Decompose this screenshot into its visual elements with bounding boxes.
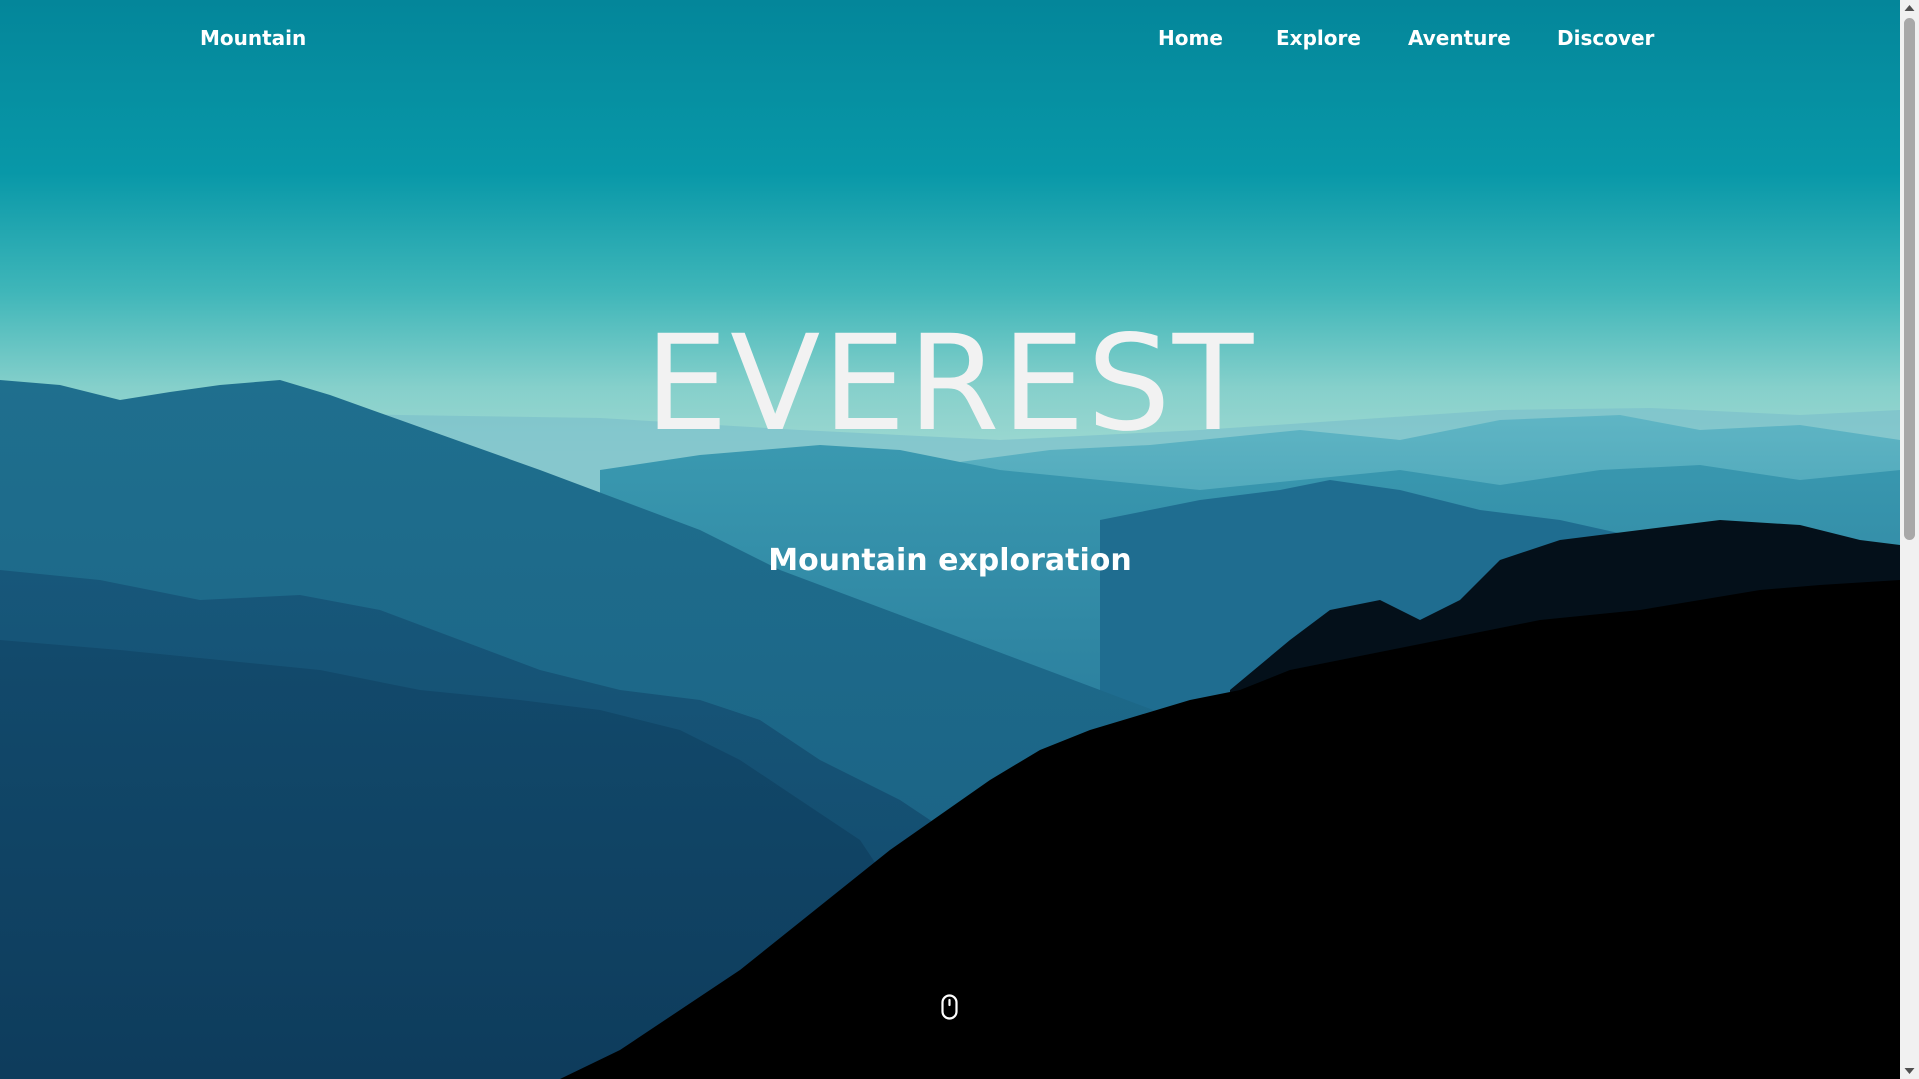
scrollbar-thumb[interactable] [1904,18,1915,540]
top-navbar: Mountain Home Explore Aventure Discover [0,0,1900,82]
page-viewport: Mountain Home Explore Aventure Discover … [0,0,1900,1079]
brand-logo-link[interactable]: Mountain [200,26,306,50]
hero-subtitle: Mountain exploration [768,543,1132,578]
mouse-icon[interactable] [941,994,958,1020]
vertical-scrollbar[interactable] [1900,0,1919,1079]
scroll-up-arrow-icon[interactable] [1900,0,1919,17]
nav-link-explore[interactable]: Explore [1276,26,1408,50]
nav-link-home[interactable]: Home [1158,26,1276,50]
nav-link-aventure[interactable]: Aventure [1408,26,1557,50]
hero-title: EVEREST [644,307,1256,461]
mountain-background-image [0,0,1900,1079]
nav-link-discover[interactable]: Discover [1557,26,1667,50]
scroll-down-arrow-icon[interactable] [1900,1062,1919,1079]
nav-links: Home Explore Aventure Discover [1158,26,1667,50]
